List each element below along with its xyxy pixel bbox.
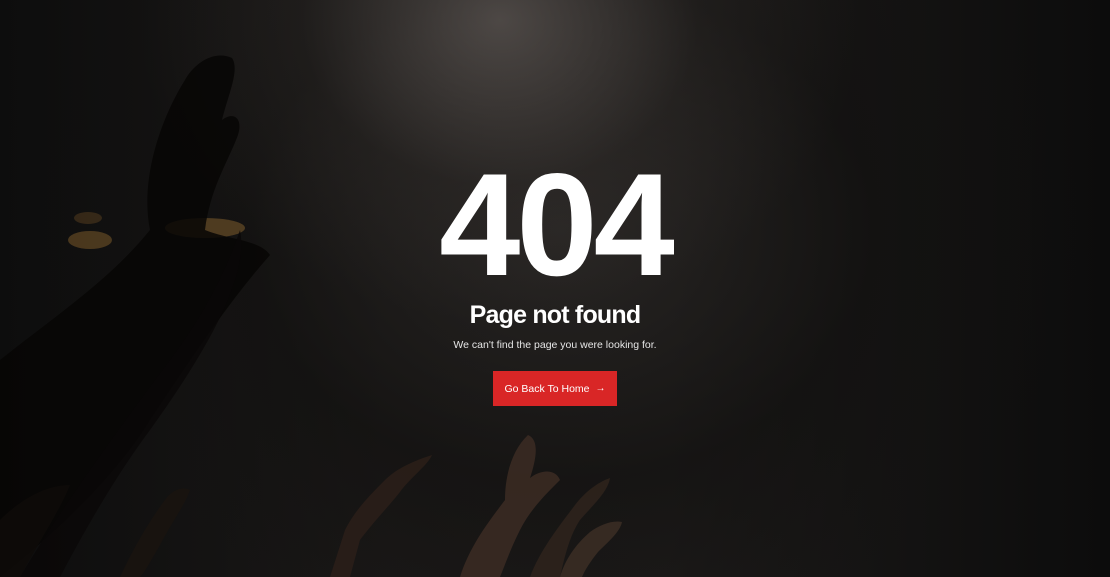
go-back-home-button[interactable]: Go Back To Home →	[493, 371, 617, 406]
arrow-right-icon: →	[595, 382, 606, 394]
go-back-home-label: Go Back To Home	[504, 382, 590, 395]
error-code: 404	[439, 143, 675, 306]
not-found-page: 404 Page not found We can't find the pag…	[0, 0, 1110, 577]
page-title: Page not found	[469, 301, 642, 329]
error-message: We can't find the page you were looking …	[453, 339, 657, 351]
